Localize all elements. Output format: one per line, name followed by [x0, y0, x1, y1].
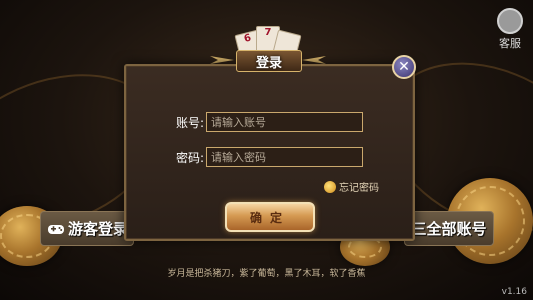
password-row: 密码:: [162, 147, 363, 167]
confirm-label: 确定: [249, 210, 290, 225]
account-row: 账号:: [162, 112, 363, 132]
forgot-password-label: 忘记密码: [339, 183, 379, 194]
all-accounts-label: 三全部账号: [411, 220, 487, 238]
all-accounts-button[interactable]: 三全部账号: [404, 211, 494, 246]
close-button[interactable]: ✕: [392, 55, 416, 79]
confirm-button[interactable]: 确定: [225, 202, 315, 232]
gamepad-icon: [48, 224, 64, 234]
password-label: 密码:: [175, 150, 204, 165]
customer-service-button[interactable]: 客服: [493, 8, 527, 51]
search-icon: [324, 180, 336, 193]
dialog-title: 登录: [236, 50, 302, 72]
dialog-title-text: 登录: [255, 55, 282, 71]
customer-service-icon: [497, 8, 523, 34]
close-icon: ✕: [398, 59, 410, 75]
login-dialog: 账号: 密码: 忘记密码 确定: [124, 64, 415, 241]
forgot-password-link[interactable]: 忘记密码: [324, 179, 379, 194]
guest-login-button[interactable]: 游客登录: [40, 211, 134, 246]
guest-login-label: 游客登录: [68, 220, 129, 238]
account-input[interactable]: [206, 112, 363, 132]
tagline: 岁月是把杀猪刀，紫了葡萄，黑了木耳，软了香蕉: [167, 269, 366, 279]
account-label: 账号:: [175, 115, 204, 130]
version-label: v1.16: [501, 287, 527, 297]
password-input[interactable]: [206, 147, 363, 167]
customer-service-label: 客服: [499, 37, 521, 50]
